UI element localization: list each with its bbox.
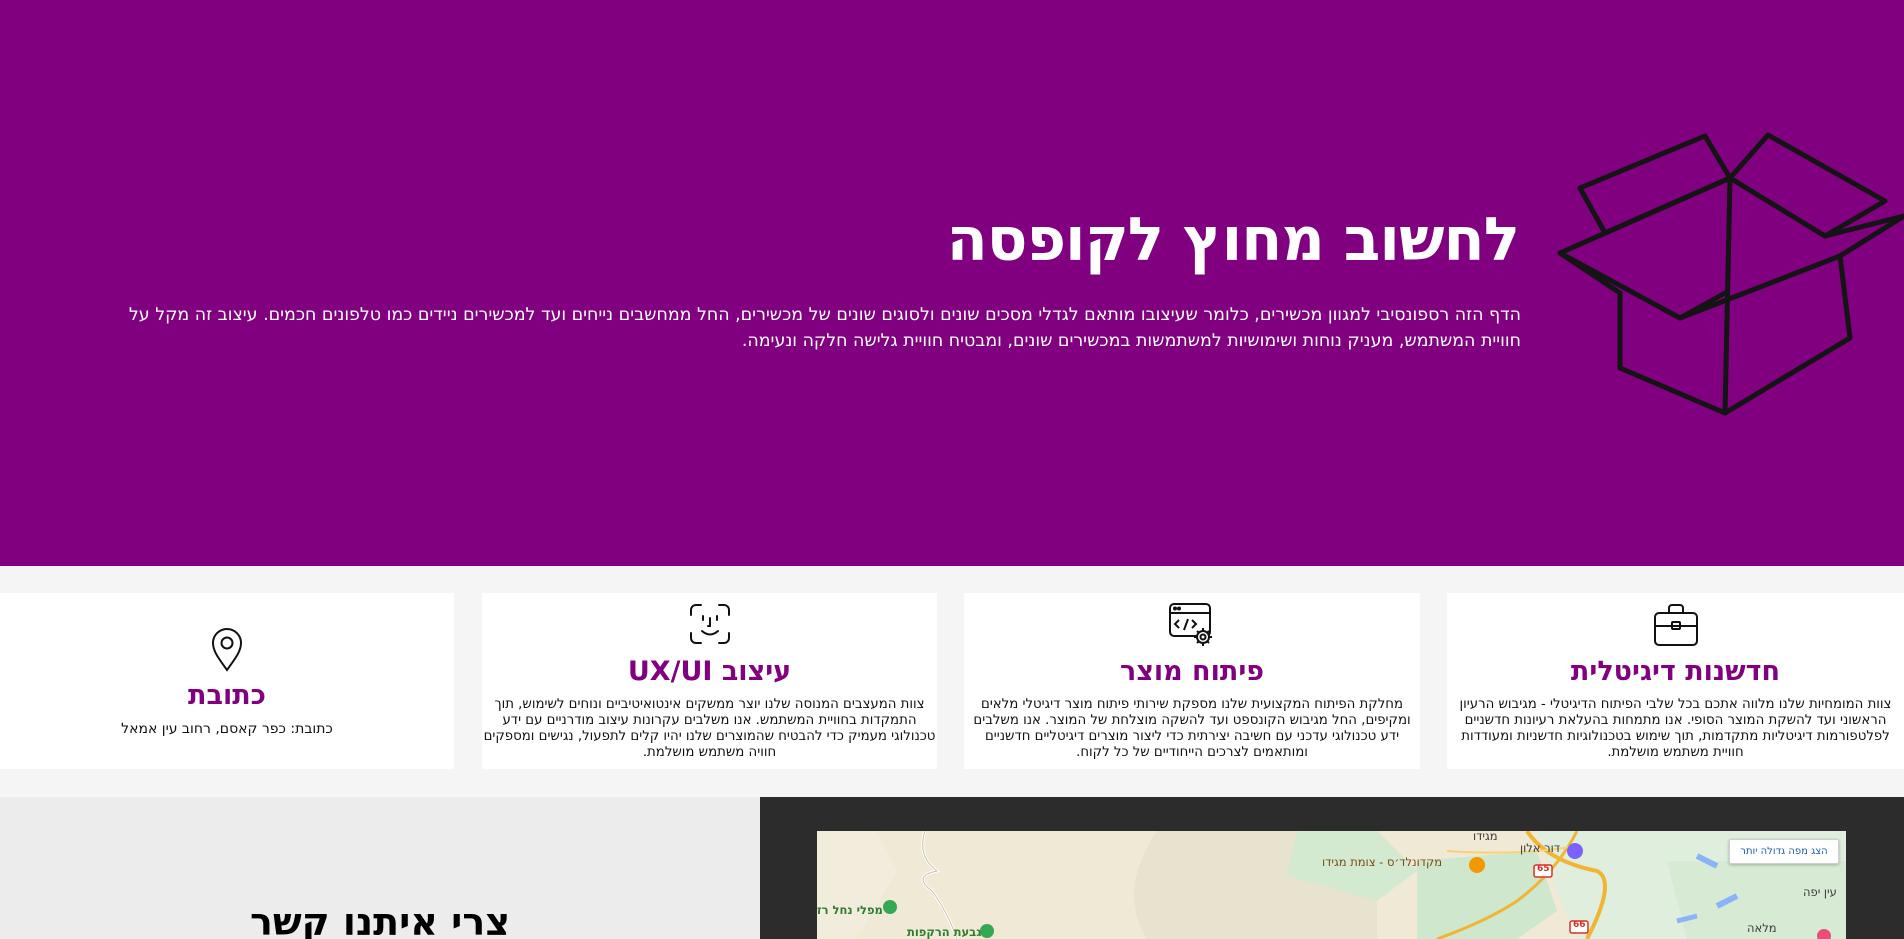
- card-title: חדשנות דיגיטלית: [1570, 656, 1781, 687]
- road-sign-66: 66: [1573, 920, 1586, 930]
- service-card-product-development: פיתוח מוצר מחלקת הפיתוח המקצועית שלנו מס…: [964, 593, 1420, 769]
- map-label-dor-alon: דור אלון: [1520, 841, 1561, 855]
- services-section: חדשנות דיגיטלית צוות המומחיות שלנו מלווה…: [0, 566, 1904, 797]
- map-label-hill: גבעת הרקפות: [907, 925, 982, 939]
- map-label-nahal-park: מפלי נחל רז: [817, 903, 883, 917]
- road-sign-65: 65: [1537, 864, 1550, 874]
- hero-title: לחשוב מחוץ לקופסה: [946, 205, 1520, 275]
- map-label-mcdonalds: מקדונלד׳ס - צומת מגידו: [1322, 855, 1443, 869]
- view-larger-map-button[interactable]: הצג מפה גדולה יותר: [1729, 839, 1839, 864]
- map-tiles: [817, 831, 1846, 939]
- card-text: צוות המעצבים המנוסה שלנו יוצר ממשקים אינ…: [483, 697, 936, 760]
- hero-description: הדף הזה רספונסיבי למגוון מכשירים, כלומר …: [128, 305, 1521, 351]
- embedded-map[interactable]: מגידו דור אלון מקדונלד׳ס - צומת מגידו מפ…: [817, 831, 1846, 939]
- card-text: צוות המומחיות שלנו מלווה אתכם בכל שלבי ה…: [1459, 697, 1892, 760]
- card-title: פיתוח מוצר: [1119, 656, 1265, 687]
- map-pin-icon: [211, 628, 243, 672]
- briefcase-icon: [1653, 604, 1698, 646]
- map-label-mla: מלאה: [1747, 921, 1777, 935]
- hero-section: לחשוב מחוץ לקופסה הדף הזה רספונסיבי למגו…: [0, 0, 1904, 566]
- address-card: כתובת כתובת: כפר קאסם, רחוב עין אמאל: [0, 593, 454, 769]
- service-card-ux-ui: עיצוב UX/UI צוות המעצבים המנוסה שלנו יוצ…: [482, 593, 937, 769]
- card-title: עיצוב UX/UI: [627, 656, 792, 687]
- card-title: כתובת: [188, 680, 266, 711]
- map-label-megiddo: מגידו: [1473, 831, 1498, 843]
- code-settings-icon: [1169, 603, 1212, 646]
- address-text: כתובת: כפר קאסם, רחוב עין אמאל: [121, 721, 333, 737]
- contact-section: צרי איתנו קשר: [0, 797, 760, 939]
- card-text: מחלקת הפיתוח המקצועית שלנו מספקת שירותי …: [973, 697, 1411, 760]
- face-scan-icon: [689, 604, 730, 644]
- open-box-icon: [1557, 132, 1904, 416]
- map-label-ein-yafe: עין יפה: [1803, 885, 1837, 899]
- service-card-digital-innovation: חדשנות דיגיטלית צוות המומחיות שלנו מלווה…: [1447, 593, 1904, 769]
- map-section: מגידו דור אלון מקדונלד׳ס - צומת מגידו מפ…: [760, 797, 1904, 939]
- contact-title: צרי איתנו קשר: [249, 900, 511, 939]
